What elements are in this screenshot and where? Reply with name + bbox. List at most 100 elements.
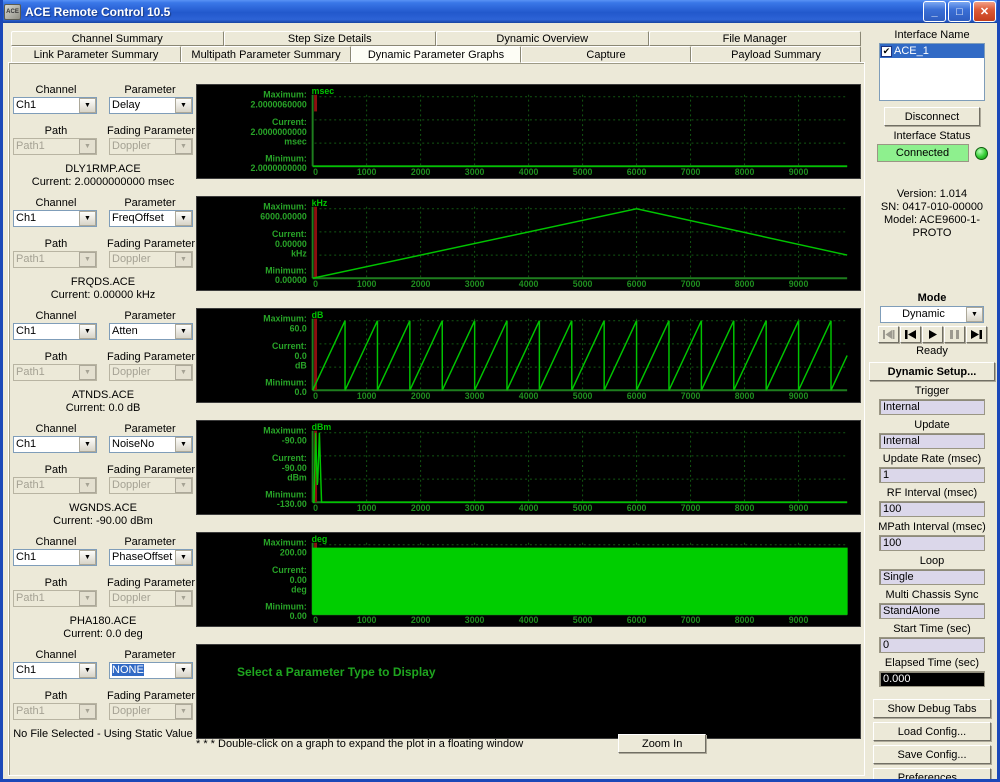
channel-dropdown-5[interactable]: Ch1▼ bbox=[13, 549, 97, 566]
chevron-down-icon[interactable]: ▼ bbox=[79, 98, 96, 113]
graph-panel-atten[interactable]: 0100020003000400050006000700080009000dBM… bbox=[196, 308, 861, 403]
channel-dropdown-4[interactable]: Ch1▼ bbox=[13, 436, 97, 453]
show-debug-tabs-button[interactable]: Show Debug Tabs bbox=[873, 699, 991, 718]
chevron-down-icon[interactable]: ▼ bbox=[175, 211, 192, 226]
parameter-dropdown-6[interactable]: NONE▼ bbox=[109, 662, 193, 679]
preferences-button[interactable]: Preferences... bbox=[873, 768, 991, 782]
close-button[interactable]: ✕ bbox=[973, 1, 996, 22]
app-icon: ACE bbox=[4, 4, 21, 20]
graph-panel-noiseno[interactable]: 0100020003000400050006000700080009000dBm… bbox=[196, 420, 861, 515]
channel-dropdown-3-value: Ch1 bbox=[14, 324, 79, 339]
chevron-down-icon[interactable]: ▼ bbox=[79, 663, 96, 678]
channel-dropdown-5-value: Ch1 bbox=[14, 550, 79, 565]
path-dropdown-2-value: Path1 bbox=[14, 252, 79, 267]
channel-dropdown-6[interactable]: Ch1▼ bbox=[13, 662, 97, 679]
tab-payload-summary[interactable]: Payload Summary bbox=[691, 46, 861, 63]
channel-label: Channel bbox=[13, 310, 99, 322]
chevron-down-icon[interactable]: ▼ bbox=[175, 663, 192, 678]
load-config-button[interactable]: Load Config... bbox=[873, 722, 991, 741]
field-elapsed-time-sec[interactable]: 0.000 bbox=[879, 671, 985, 687]
field-update-rate-msec[interactable]: 1 bbox=[879, 467, 985, 483]
fading-parameter-label: Fading Parameter bbox=[107, 238, 193, 250]
play-button[interactable] bbox=[922, 326, 943, 343]
svg-text:6000: 6000 bbox=[627, 615, 647, 625]
chevron-down-icon[interactable]: ▼ bbox=[79, 324, 96, 339]
svg-text:dBm: dBm bbox=[312, 422, 332, 432]
title-bar[interactable]: ACE ACE Remote Control 10.5 _ □ ✕ bbox=[0, 0, 1000, 23]
tab-dynamic-overview[interactable]: Dynamic Overview bbox=[436, 31, 649, 46]
parameter-dropdown-5-value: PhaseOffset bbox=[110, 550, 175, 565]
interface-list-item-ace-1[interactable]: ✔ACE_1 bbox=[880, 44, 984, 58]
path-label: Path bbox=[13, 464, 99, 476]
dynamic-setup-button[interactable]: Dynamic Setup... bbox=[869, 362, 995, 381]
chevron-down-icon[interactable]: ▼ bbox=[79, 211, 96, 226]
graph-panel-delay[interactable]: 0100020003000400050006000700080009000mse… bbox=[196, 84, 861, 179]
svg-text:msec: msec bbox=[284, 137, 307, 147]
parameter-dropdown-2[interactable]: FreqOffset▼ bbox=[109, 210, 193, 227]
field-rf-interval-msec[interactable]: 100 bbox=[879, 501, 985, 517]
parameter-dropdown-4[interactable]: NoiseNo▼ bbox=[109, 436, 193, 453]
chevron-down-icon[interactable]: ▼ bbox=[175, 550, 192, 565]
svg-text:Maximum:: Maximum: bbox=[263, 426, 307, 436]
channel-dropdown-1[interactable]: Ch1▼ bbox=[13, 97, 97, 114]
parameter-dropdown-1[interactable]: Delay▼ bbox=[109, 97, 193, 114]
interface-listbox[interactable]: ✔ACE_1 bbox=[879, 43, 985, 101]
minimize-button[interactable]: _ bbox=[923, 1, 946, 22]
svg-text:7000: 7000 bbox=[681, 279, 701, 289]
rewind-to-start-button bbox=[878, 326, 899, 343]
graphs-column: 0100020003000400050006000700080009000mse… bbox=[196, 84, 861, 753]
field-update[interactable]: Internal bbox=[879, 433, 985, 449]
checkbox-icon[interactable]: ✔ bbox=[881, 46, 892, 57]
graph-panel-empty[interactable]: Select a Parameter Type to Display bbox=[196, 644, 861, 739]
serial-number-text: SN: 0417-010-00000 bbox=[867, 201, 997, 214]
svg-text:0: 0 bbox=[313, 615, 318, 625]
tab-step-size-details[interactable]: Step Size Details bbox=[224, 31, 437, 46]
field-label-elapsed-time-sec: Elapsed Time (sec) bbox=[867, 657, 997, 669]
tab-multipath-parameter-summary[interactable]: Multipath Parameter Summary bbox=[181, 46, 351, 63]
field-start-time-sec[interactable]: 0 bbox=[879, 637, 985, 653]
parameter-dropdown-5[interactable]: PhaseOffset▼ bbox=[109, 549, 193, 566]
svg-text:deg: deg bbox=[312, 534, 328, 544]
parameter-dropdown-3[interactable]: Atten▼ bbox=[109, 323, 193, 340]
field-mpath-interval-msec[interactable]: 100 bbox=[879, 535, 985, 551]
field-trigger[interactable]: Internal bbox=[879, 399, 985, 415]
svg-text:Current:: Current: bbox=[272, 341, 307, 351]
channel-dropdown-2[interactable]: Ch1▼ bbox=[13, 210, 97, 227]
chevron-down-icon[interactable]: ▼ bbox=[175, 324, 192, 339]
graph-panel-freqoffset[interactable]: 0100020003000400050006000700080009000kHz… bbox=[196, 196, 861, 291]
maximize-button[interactable]: □ bbox=[948, 1, 971, 22]
save-config-button[interactable]: Save Config... bbox=[873, 745, 991, 764]
disconnect-button[interactable]: Disconnect bbox=[884, 107, 980, 126]
tab-file-manager[interactable]: File Manager bbox=[649, 31, 862, 46]
channel-dropdown-3[interactable]: Ch1▼ bbox=[13, 323, 97, 340]
file-info-2: FRQDS.ACECurrent: 0.00000 kHz bbox=[11, 276, 195, 302]
step-back-button[interactable] bbox=[900, 326, 921, 343]
graph-panel-phaseoffset[interactable]: 0100020003000400050006000700080009000deg… bbox=[196, 532, 861, 627]
tab-dynamic-parameter-graphs[interactable]: Dynamic Parameter Graphs bbox=[351, 46, 521, 63]
fading-dropdown-5: Doppler▼ bbox=[109, 590, 193, 607]
chevron-down-icon[interactable]: ▼ bbox=[79, 437, 96, 452]
parameter-label: Parameter bbox=[107, 310, 193, 322]
interface-name-value: ACE_1 bbox=[894, 45, 929, 57]
field-loop[interactable]: Single bbox=[879, 569, 985, 585]
chevron-down-icon[interactable]: ▼ bbox=[79, 550, 96, 565]
svg-text:2000: 2000 bbox=[411, 167, 431, 177]
svg-text:0: 0 bbox=[313, 503, 318, 513]
status-led-icon bbox=[975, 147, 988, 160]
mode-dropdown[interactable]: Dynamic ▼ bbox=[880, 306, 984, 323]
tab-capture[interactable]: Capture bbox=[521, 46, 691, 63]
field-multi-chassis-sync[interactable]: StandAlone bbox=[879, 603, 985, 619]
parameter-dropdown-6-value: NONE bbox=[110, 663, 175, 678]
mode-value: Dynamic bbox=[881, 307, 966, 322]
rewind-to-start-icon bbox=[879, 327, 898, 342]
chevron-down-icon[interactable]: ▼ bbox=[175, 98, 192, 113]
chevron-down-icon[interactable]: ▼ bbox=[175, 437, 192, 452]
skip-to-end-button[interactable] bbox=[966, 326, 987, 343]
tab-link-parameter-summary[interactable]: Link Parameter Summary bbox=[11, 46, 181, 63]
tab-channel-summary[interactable]: Channel Summary bbox=[11, 31, 224, 46]
svg-text:7000: 7000 bbox=[681, 615, 701, 625]
svg-text:Current:: Current: bbox=[272, 229, 307, 239]
zoom-in-button[interactable]: Zoom In bbox=[618, 734, 706, 753]
chevron-down-icon[interactable]: ▼ bbox=[966, 307, 983, 322]
svg-text:6000.00000: 6000.00000 bbox=[260, 212, 307, 222]
